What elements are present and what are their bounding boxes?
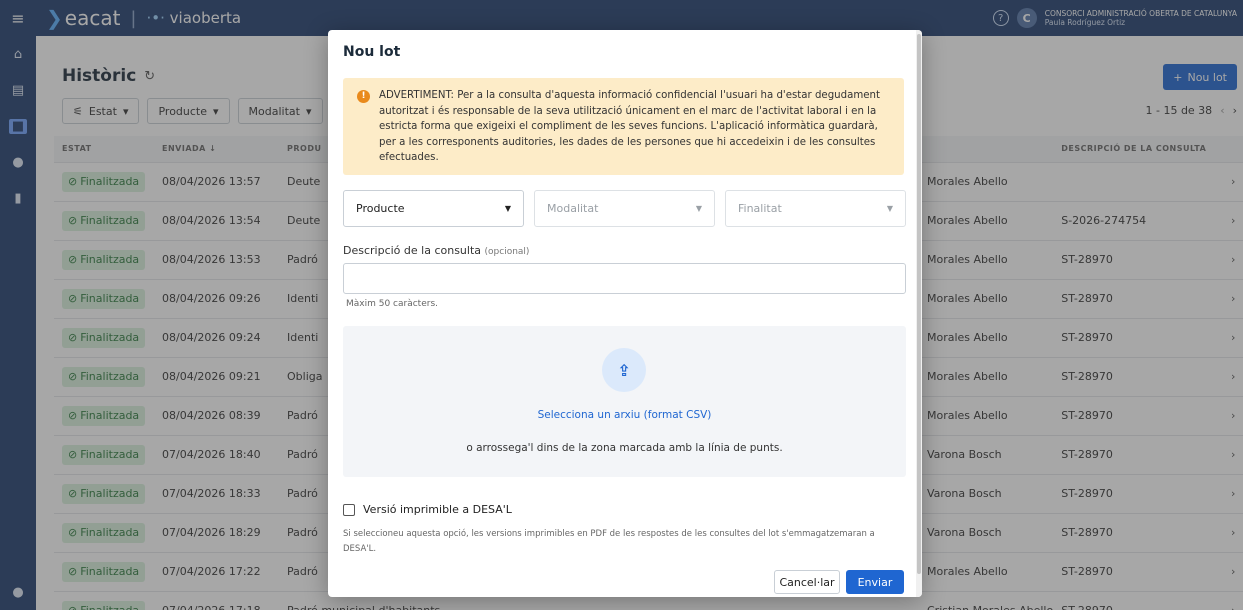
caret-down-icon: ▼ (695, 204, 702, 213)
dialog-title: Nou lot (343, 44, 401, 60)
modal-scrollbar[interactable] (916, 30, 922, 597)
description-help: Màxim 50 caràcters. (346, 299, 438, 309)
select-file-link[interactable]: Selecciona un arxiu (format CSV) (343, 409, 906, 421)
file-dropzone[interactable]: ⇪ Selecciona un arxiu (format CSV) o arr… (343, 326, 906, 477)
caret-down-icon: ▼ (886, 204, 893, 213)
caret-down-icon: ▼ (504, 204, 511, 213)
upload-icon[interactable]: ⇪ (602, 348, 646, 392)
warning-notice: ! ADVERTIMENT: Per a la consulta d'aques… (343, 78, 904, 175)
description-input[interactable] (343, 263, 906, 294)
scrollbar-thumb[interactable] (917, 34, 921, 574)
new-batch-dialog: Nou lot ! ADVERTIMENT: Per a la consulta… (328, 30, 922, 597)
producte-select[interactable]: Producte ▼ (343, 190, 524, 227)
cancel-button[interactable]: Cancel·lar (774, 570, 840, 594)
send-button[interactable]: Enviar (846, 570, 904, 594)
printable-help: Si seleccioneu aquesta opció, les versio… (343, 529, 875, 554)
select-row: Producte ▼ Modalitat ▼ Finalitat ▼ (343, 190, 906, 227)
printable-checkbox[interactable] (343, 503, 355, 516)
warning-icon: ! (357, 90, 370, 103)
printable-label: Versió imprimible a DESA'L (363, 503, 512, 516)
printable-option[interactable]: Versió imprimible a DESA'L (343, 503, 512, 516)
drag-instructions: o arrossega'l dins de la zona marcada am… (466, 442, 783, 454)
description-label: Descripció de la consulta (opcional) (343, 244, 530, 257)
modalitat-select: Modalitat ▼ (534, 190, 715, 227)
finalitat-select: Finalitat ▼ (725, 190, 906, 227)
warning-text: ADVERTIMENT: Per a la consulta d'aquesta… (379, 90, 880, 163)
